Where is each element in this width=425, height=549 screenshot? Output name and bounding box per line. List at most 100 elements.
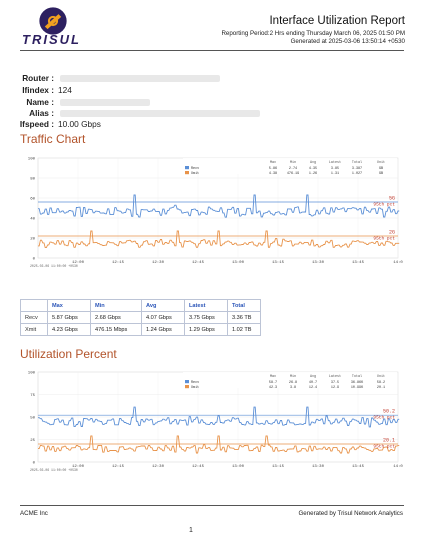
stats-table: Max Min Avg Latest Total Recv 5.87 Gbps 2… bbox=[20, 299, 261, 336]
reference-value-label: 2G bbox=[389, 230, 395, 236]
x-tick-label: 13:45 bbox=[352, 465, 365, 469]
series-xmit-line bbox=[38, 435, 400, 454]
x-tick-label: 13:30 bbox=[312, 261, 325, 265]
legend-swatch bbox=[185, 385, 189, 389]
x-tick-label: 12:15 bbox=[112, 465, 125, 469]
y-tick-label: 20 bbox=[30, 238, 35, 242]
table-row: Recv 5.87 Gbps 2.68 Gbps 4.07 Gbps 3.75 Gb… bbox=[20, 311, 261, 324]
x-date-label: 2025-03-06 11:00:00 +0530 bbox=[30, 468, 78, 472]
x-tick-label: 13:00 bbox=[232, 465, 245, 469]
legend-value: 42.3 bbox=[269, 386, 277, 390]
y-tick-label: 100 bbox=[28, 158, 36, 162]
info-router: Router : bbox=[18, 73, 220, 83]
x-tick-label: 14:0 bbox=[393, 465, 403, 469]
x-tick-label: 13:15 bbox=[272, 261, 285, 265]
x-tick-label: 12:45 bbox=[192, 261, 205, 265]
reference-value-label: 20.1 bbox=[383, 438, 395, 444]
x-tick-label: 13:15 bbox=[272, 465, 285, 469]
info-ifindex: Ifindex :124 bbox=[22, 85, 72, 95]
legend-value: 4.38 bbox=[269, 172, 277, 176]
legend-header: Avg bbox=[310, 161, 316, 165]
y-tick-label: 40 bbox=[30, 218, 35, 222]
footer-divider bbox=[20, 505, 404, 506]
footer-generated-by: Generated by Trisul Network Analytics bbox=[298, 510, 403, 517]
x-tick-label: 13:45 bbox=[352, 261, 365, 265]
legend-header: Unit bbox=[377, 374, 385, 379]
reporting-period: Reporting Period:2 Hrs ending Thursday M… bbox=[221, 30, 405, 37]
utilization-chart: 100755025012:00 12:15 12:30 12:45 13:00 13:15… bbox=[28, 372, 404, 473]
page-number: 1 bbox=[189, 527, 193, 534]
report-title: Interface Utilization Report bbox=[269, 15, 405, 27]
legend-value: 2.74 bbox=[289, 167, 297, 171]
legend-header: Total bbox=[352, 160, 362, 165]
reference-value-label: 5G bbox=[389, 196, 395, 202]
legend-header: Latest bbox=[329, 161, 341, 165]
legend-series-name: Recv bbox=[191, 167, 199, 171]
legend-value: 58.7 bbox=[269, 381, 277, 385]
x-tick-label: 12:15 bbox=[112, 261, 125, 265]
legend-value: 20.1 bbox=[377, 386, 385, 390]
reference-pct-label: 95th pct bbox=[373, 236, 395, 242]
legend-header: Min bbox=[290, 374, 296, 379]
y-tick-label: 0 bbox=[33, 462, 36, 466]
reference-pct-label: 95th pct bbox=[373, 444, 395, 450]
y-tick-label: 0 bbox=[33, 258, 36, 262]
y-tick-label: 80 bbox=[30, 178, 35, 182]
x-tick-label: 12:30 bbox=[152, 261, 165, 265]
legend-value: 12.4 bbox=[309, 386, 317, 390]
legend-header: Avg bbox=[310, 375, 316, 379]
x-tick-label: 13:00 bbox=[232, 261, 245, 265]
x-tick-label: 12:45 bbox=[192, 465, 205, 469]
legend-value: 26.8 bbox=[289, 381, 297, 385]
legend-value: GB bbox=[379, 172, 383, 176]
legend-header: Min bbox=[290, 160, 296, 165]
y-tick-label: 100 bbox=[28, 372, 36, 376]
legend-swatch bbox=[185, 166, 189, 170]
traffic-chart-title: Traffic Chart bbox=[20, 132, 86, 146]
legend-value: 3.387 bbox=[352, 167, 362, 171]
x-tick-label: 12:30 bbox=[152, 465, 165, 469]
legend-series-name: Recv bbox=[191, 381, 199, 385]
info-ifspeed: Ifspeed :10.00 Gbps bbox=[19, 119, 101, 129]
legend-series-name: Xmit bbox=[191, 171, 199, 176]
legend-value: 40.7 bbox=[309, 381, 317, 385]
x-date-label: 2025-03-06 11:00:00 +0530 bbox=[30, 264, 78, 268]
legend-swatch bbox=[185, 380, 189, 384]
y-tick-label: 25 bbox=[30, 439, 35, 443]
legend-value: 1.26 bbox=[309, 172, 317, 176]
traffic-chart: 10080604020012:00 12:15 12:30 12:45 13:00 13:… bbox=[28, 158, 404, 269]
legend-value: 476.19 bbox=[287, 172, 299, 176]
header-divider bbox=[20, 50, 404, 51]
legend-value: 37.5 bbox=[331, 381, 339, 385]
y-tick-label: 50 bbox=[30, 417, 35, 421]
legend-value: 58.2 bbox=[377, 381, 385, 385]
reference-value-label: 50.2 bbox=[383, 409, 395, 415]
info-alias: Alias : bbox=[18, 108, 260, 118]
legend-value: 1.027 bbox=[352, 172, 362, 176]
legend-header: Latest bbox=[329, 375, 341, 379]
legend-value: 36.86K bbox=[351, 381, 364, 385]
series-xmit-line bbox=[38, 230, 400, 249]
legend-series-name: Xmit bbox=[191, 385, 199, 390]
legend-value: GB bbox=[379, 167, 383, 171]
y-tick-label: 60 bbox=[30, 198, 35, 202]
legend-value: 3.85 bbox=[331, 167, 339, 171]
footer-company: ACME Inc bbox=[20, 510, 48, 517]
legend-header: Max bbox=[270, 375, 276, 379]
logo-text: TRISUL bbox=[22, 32, 81, 47]
x-tick-label: 14:0 bbox=[393, 261, 403, 265]
utilization-chart-title: Utilization Percent bbox=[20, 347, 117, 361]
generated-at: Generated at 2025-03-06 13:50:14 +0530 bbox=[290, 38, 405, 45]
legend-value: 4.35 bbox=[309, 167, 317, 171]
y-tick-label: 75 bbox=[30, 394, 35, 398]
legend-value: 12.9 bbox=[331, 386, 339, 390]
reference-pct-label: 95th pct bbox=[373, 415, 395, 421]
series-recv-line bbox=[38, 194, 400, 218]
legend-value: 1.31 bbox=[331, 172, 339, 176]
legend-header: Unit bbox=[377, 160, 385, 165]
legend-swatch bbox=[185, 171, 189, 175]
x-tick-label: 13:30 bbox=[312, 465, 325, 469]
legend-value: 3.8 bbox=[290, 386, 296, 390]
legend-value: 5.86 bbox=[269, 167, 277, 171]
legend-value: 10.99K bbox=[351, 386, 364, 390]
